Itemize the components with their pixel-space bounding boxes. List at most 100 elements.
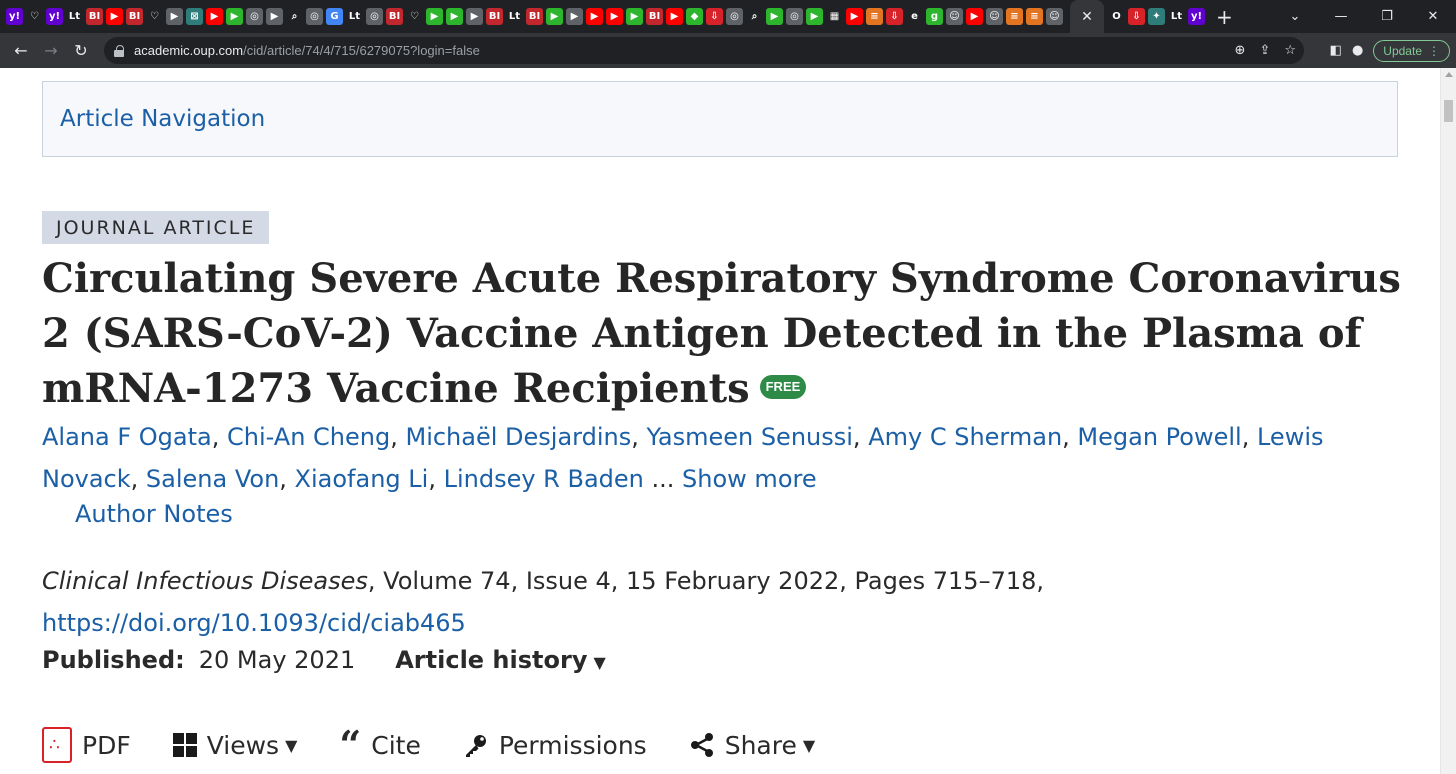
tab-favicon-icon[interactable]: g [926,8,943,25]
tab-favicon-icon[interactable]: Lt [506,8,523,25]
tab-favicon-icon[interactable]: ▶ [766,8,783,25]
tab-favicon-icon[interactable]: ▶ [226,8,243,25]
tab-favicon-icon[interactable]: ▶ [806,8,823,25]
tab-favicon-icon[interactable]: ◎ [246,8,263,25]
tab-favicon-icon[interactable]: ▶ [426,8,443,25]
tab-favicon-icon[interactable]: ⊠ [186,8,203,25]
tab-favicon-icon[interactable]: ▶ [546,8,563,25]
share-dropdown[interactable]: Share ▼ [689,731,815,760]
tab-favicon-icon[interactable]: BI [646,8,663,25]
tab-favicon-icon[interactable]: ◎ [726,8,743,25]
article-navigation-label[interactable]: Article Navigation [60,106,265,132]
tab-favicon-icon[interactable]: ☺ [1046,8,1063,25]
tab-favicon-icon[interactable]: ☺ [946,8,963,25]
tab-favicon-icon[interactable]: y! [6,8,23,25]
tab-favicon-icon[interactable]: e [906,8,923,25]
show-more-authors-link[interactable]: Show more [682,465,817,493]
page-scrollbar[interactable] [1440,68,1456,774]
tab-favicon-icon[interactable]: y! [1188,8,1205,25]
tab-favicon-icon[interactable]: ✦ [1148,8,1165,25]
tab-favicon-icon[interactable]: O [1108,8,1125,25]
author-notes-link[interactable]: Author Notes [75,500,233,528]
author-link[interactable]: Salena Von [146,465,279,493]
author-link[interactable]: Xiaofang Li [295,465,429,493]
tab-favicon-icon[interactable]: G [326,8,343,25]
tab-favicon-icon[interactable]: BI [526,8,543,25]
tab-favicon-icon[interactable]: ◎ [786,8,803,25]
scroll-thumb[interactable] [1444,100,1453,122]
side-panel-icon[interactable]: ◧ [1330,43,1342,58]
tab-favicon-icon[interactable]: ◎ [366,8,383,25]
tab-favicon-icon[interactable]: ▶ [206,8,223,25]
tab-favicon-icon[interactable]: ♡ [26,8,43,25]
article-navigation[interactable]: Article Navigation [42,81,1398,157]
active-tab-close-button[interactable]: ✕ [1070,0,1104,33]
profile-icon[interactable]: ● [1352,43,1363,58]
tab-favicon-icon[interactable]: ⇩ [886,8,903,25]
scroll-up-arrow-icon[interactable] [1445,72,1453,77]
tab-favicon-icon[interactable]: Lt [1168,8,1185,25]
doi-link[interactable]: https://doi.org/10.1093/cid/ciab465 [42,609,466,637]
tab-favicon-icon[interactable]: BI [86,8,103,25]
cite-button[interactable]: “ Cite [339,726,420,764]
tab-favicon-icon[interactable]: ≡ [866,8,883,25]
views-dropdown[interactable]: Views ▼ [172,731,297,760]
permissions-button[interactable]: Permissions [463,731,647,760]
tab-favicon-icon[interactable]: BI [126,8,143,25]
url-text[interactable]: academic.oup.com/cid/article/74/4/715/62… [134,43,480,58]
tab-favicon-icon[interactable]: ▶ [166,8,183,25]
tab-favicon-icon[interactable]: BI [386,8,403,25]
minimize-button[interactable]: — [1318,9,1364,24]
zoom-icon[interactable]: ⊕ [1235,43,1246,58]
update-button[interactable]: Update ⋮ [1373,39,1450,62]
author-link[interactable]: Chi-An Cheng [227,423,390,451]
tab-favicon-icon[interactable]: ≡ [1026,8,1043,25]
author-link[interactable]: Alana F Ogata [42,423,212,451]
tab-favicon-icon[interactable]: ▶ [446,8,463,25]
close-window-button[interactable]: ✕ [1410,9,1456,24]
tab-favicon-icon[interactable]: ▶ [966,8,983,25]
tab-favicon-icon[interactable]: ⌕ [746,8,763,25]
tab-favicon-icon[interactable]: ♡ [406,8,423,25]
tab-favicon-icon[interactable]: ♡ [146,8,163,25]
tab-favicon-icon[interactable]: ▶ [586,8,603,25]
reload-button[interactable]: ↻ [66,41,96,60]
tab-favicon-icon[interactable]: ▶ [106,8,123,25]
new-tab-button[interactable]: + [1216,7,1233,27]
bookmark-star-icon[interactable]: ☆ [1284,43,1296,58]
tab-favicon-icon[interactable]: ▶ [846,8,863,25]
tab-favicon-icon[interactable]: Lt [346,8,363,25]
pdf-button[interactable]: PDF [42,727,131,763]
author-link[interactable]: Michaël Desjardins [405,423,631,451]
tab-favicon-icon[interactable]: ◎ [306,8,323,25]
tab-favicon-icon[interactable]: BI [486,8,503,25]
author-link[interactable]: Lindsey R Baden [444,465,644,493]
restore-button[interactable]: ❐ [1364,9,1410,24]
author-link[interactable]: Yasmeen Senussi [647,423,853,451]
tab-favicon-icon[interactable]: ⇩ [1128,8,1145,25]
tab-favicon-icon[interactable]: Lt [66,8,83,25]
tab-search-chevron-icon[interactable]: ⌄ [1272,9,1318,24]
tab-favicon-icon[interactable]: ▶ [566,8,583,25]
article-toolbar: PDF Views ▼ “ Cite Permissions Share ▼ [42,726,857,764]
share-page-icon[interactable]: ⇪ [1259,43,1270,58]
author-link[interactable]: Amy C Sherman [868,423,1062,451]
tab-favicon-icon[interactable]: ☺ [986,8,1003,25]
tab-favicon-icon[interactable]: ▦ [826,8,843,25]
tab-favicon-icon[interactable]: ▶ [666,8,683,25]
tab-favicon-icon[interactable]: ≡ [1006,8,1023,25]
tab-favicon-icon[interactable]: ▶ [466,8,483,25]
tab-favicon-icon[interactable]: ▶ [626,8,643,25]
address-bar[interactable]: academic.oup.com/cid/article/74/4/715/62… [104,37,1304,64]
tab-favicon-icon[interactable]: ⌕ [286,8,303,25]
author-link[interactable]: Megan Powell [1077,423,1241,451]
lock-icon[interactable] [114,44,124,57]
back-button[interactable]: ← [6,41,36,60]
article-history-toggle[interactable]: Article history ▼ [395,646,606,674]
tab-favicon-icon[interactable]: y! [46,8,63,25]
tab-favicon-icon[interactable]: ⇩ [706,8,723,25]
tab-favicon-icon[interactable]: ▶ [266,8,283,25]
tab-favicon-icon[interactable]: ◆ [686,8,703,25]
forward-button[interactable]: → [36,41,66,60]
tab-favicon-icon[interactable]: ▶ [606,8,623,25]
